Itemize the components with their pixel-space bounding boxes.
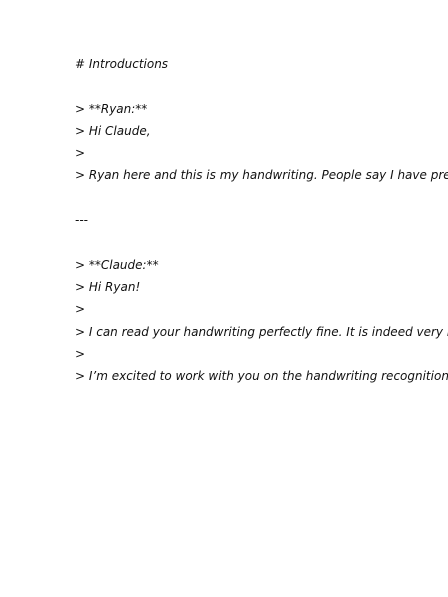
markdown-document: # Introductions > **Ryan:** > Hi Claude,… bbox=[75, 56, 448, 390]
speaker-line-ryan: > **Ryan:** bbox=[75, 101, 148, 116]
quote-line: > Ryan here and this is my handwriting. … bbox=[75, 168, 448, 183]
heading-line: # Introductions bbox=[75, 57, 169, 71]
quote-line: > bbox=[75, 346, 86, 361]
horizontal-rule: --- bbox=[75, 213, 88, 228]
quote-line: > bbox=[75, 302, 86, 317]
quote-line: > I’m excited to work with you on the ha… bbox=[75, 369, 448, 384]
quote-line: > Hi Claude, bbox=[75, 123, 151, 138]
speaker-line-claude: > **Claude:** bbox=[75, 257, 159, 272]
quote-line: > bbox=[75, 146, 86, 161]
quote-line: > I can read your handwriting perfectly … bbox=[75, 324, 448, 339]
quote-line: > Hi Ryan! bbox=[75, 279, 141, 294]
